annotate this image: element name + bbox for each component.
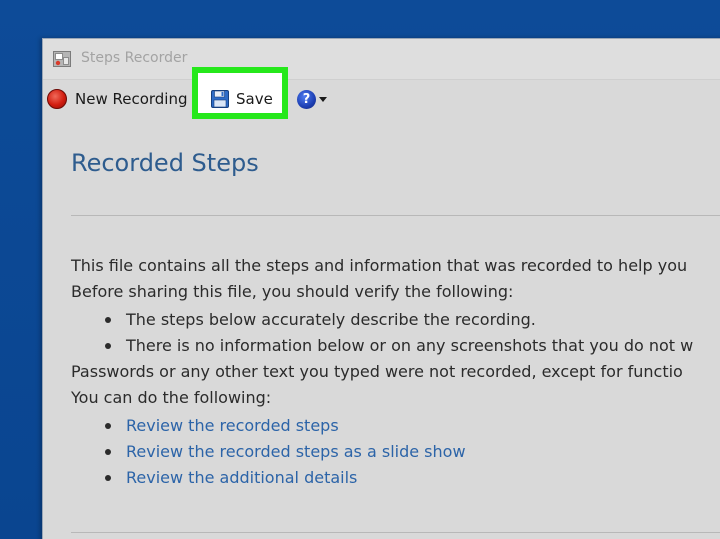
help-icon: ?: [297, 89, 316, 109]
record-icon: [47, 89, 67, 109]
options-intro-text: You can do the following:: [71, 388, 272, 407]
steps-recorder-window: Steps Recorder New Recording Save ? Reco…: [42, 38, 720, 539]
new-recording-button[interactable]: New Recording: [47, 85, 188, 113]
save-button[interactable]: Save: [211, 85, 273, 113]
chevron-down-icon: [319, 96, 327, 102]
help-dropdown-button[interactable]: ?: [297, 85, 327, 113]
recorded-steps-content: Recorded Steps This file contains all th…: [71, 149, 720, 533]
list-item: The steps below accurately describe the …: [105, 307, 536, 333]
page-title: Recorded Steps: [71, 149, 259, 177]
bullet-icon: [105, 423, 111, 429]
toolbar: New Recording Save ?: [43, 67, 720, 120]
window-title: Steps Recorder: [81, 50, 188, 66]
verify-item-text: There is no information below or on any …: [126, 336, 694, 355]
list-item: Review the recorded steps as a slide sho…: [105, 439, 466, 465]
bullet-icon: [105, 475, 111, 481]
list-item: There is no information below or on any …: [105, 333, 693, 359]
divider: [71, 215, 720, 216]
bullet-icon: [105, 317, 111, 323]
new-recording-label: New Recording: [75, 90, 188, 108]
title-bar[interactable]: Steps Recorder: [43, 39, 720, 80]
desktop-background: Steps Recorder New Recording Save ? Reco…: [0, 0, 720, 539]
bullet-icon: [105, 343, 111, 349]
floppy-disk-icon: [211, 90, 229, 108]
review-details-link[interactable]: Review the additional details: [126, 465, 357, 491]
list-item: Review the recorded steps: [105, 413, 339, 439]
review-slideshow-link[interactable]: Review the recorded steps as a slide sho…: [126, 439, 466, 465]
steps-recorder-app-icon: [53, 51, 71, 67]
verify-item-text: The steps below accurately describe the …: [126, 310, 536, 329]
divider: [71, 532, 720, 533]
bullet-icon: [105, 449, 111, 455]
verify-intro-text: Before sharing this file, you should ver…: [71, 282, 514, 301]
review-steps-link[interactable]: Review the recorded steps: [126, 413, 339, 439]
intro-text: This file contains all the steps and inf…: [71, 256, 688, 275]
list-item: Review the additional details: [105, 465, 357, 491]
save-label: Save: [236, 90, 273, 108]
passwords-note: Passwords or any other text you typed we…: [71, 362, 683, 381]
